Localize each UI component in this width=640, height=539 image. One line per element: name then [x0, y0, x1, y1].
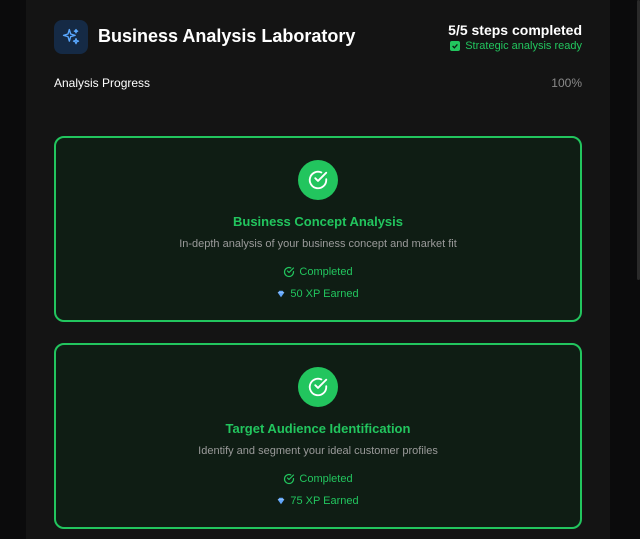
- diamond-icon: [278, 290, 285, 298]
- sparkles-icon: [54, 20, 88, 54]
- app-background: Business Analysis Laboratory 5/5 steps c…: [0, 0, 640, 539]
- page-title: Business Analysis Laboratory: [98, 26, 356, 46]
- step-card-business-concept[interactable]: Business Concept Analysis In-depth analy…: [54, 136, 582, 322]
- step-xp: 50 XP Earned: [56, 288, 580, 300]
- step-status-text: Completed: [299, 473, 353, 485]
- step-status-text: Completed: [299, 266, 353, 278]
- analysis-status: Strategic analysis ready: [450, 40, 582, 52]
- progress-label: Analysis Progress: [54, 76, 151, 90]
- panel-header: Business Analysis Laboratory 5/5 steps c…: [54, 20, 582, 56]
- step-status: Completed: [56, 473, 580, 485]
- step-description: Identify and segment your ideal customer…: [198, 445, 438, 457]
- progress-value: 100%: [551, 76, 582, 90]
- diamond-icon: [278, 497, 285, 505]
- check-circle-small-icon: [284, 266, 295, 278]
- step-title: Target Audience Identification: [225, 421, 411, 436]
- step-status: Completed: [56, 266, 580, 278]
- check-circle-icon: [298, 367, 338, 407]
- analysis-panel: Business Analysis Laboratory 5/5 steps c…: [26, 0, 610, 539]
- step-xp-text: 75 XP Earned: [290, 495, 359, 507]
- step-description: In-depth analysis of your business conce…: [179, 238, 457, 250]
- check-circle-small-icon: [284, 473, 295, 485]
- step-xp: 75 XP Earned: [56, 495, 580, 507]
- step-xp-text: 50 XP Earned: [290, 288, 359, 300]
- checkbox-checked-icon: [450, 41, 461, 51]
- analysis-status-text: Strategic analysis ready: [465, 40, 582, 52]
- step-card-target-audience[interactable]: Target Audience Identification Identify …: [54, 343, 582, 529]
- check-circle-icon: [298, 160, 338, 200]
- step-title: Business Concept Analysis: [232, 214, 403, 229]
- scrollbar[interactable]: [636, 0, 640, 539]
- steps-summary: 5/5 steps completed: [448, 22, 582, 38]
